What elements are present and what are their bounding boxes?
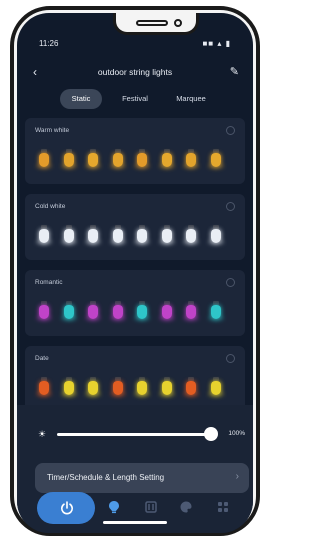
- grid-icon[interactable]: [216, 500, 230, 514]
- bulb-icon: [183, 301, 199, 323]
- bulb-icon: [183, 377, 199, 399]
- bulb-row: [36, 225, 235, 247]
- scene-radio-button[interactable]: [226, 202, 235, 211]
- mode-tabs: Static Festival Marquee: [17, 89, 253, 111]
- camera-icon: [174, 19, 182, 27]
- chevron-right-icon: ›: [235, 471, 239, 482]
- page-title: outdoor string lights: [97, 67, 173, 77]
- bulb-icon: [109, 377, 126, 399]
- scene-label: Cold white: [35, 203, 66, 210]
- scene-card-cold-white[interactable]: Cold white: [25, 194, 245, 260]
- nav-bar: ‹ outdoor string lights ✎: [17, 65, 253, 87]
- scene-label: Warm white: [35, 127, 70, 134]
- bulb-icon: [134, 225, 150, 247]
- bulb-icon: [183, 225, 199, 247]
- bulb-icon: [36, 377, 52, 399]
- bulb-icon: [60, 225, 77, 247]
- brightness-slider[interactable]: [57, 433, 211, 436]
- power-icon: [61, 501, 73, 515]
- status-bar: 11:26 ■■ ▴ ▮: [17, 39, 253, 53]
- bulb-icon[interactable]: [107, 500, 121, 514]
- bulb-icon: [85, 225, 101, 247]
- power-button[interactable]: [37, 492, 95, 524]
- scene-radio-button[interactable]: [226, 278, 235, 287]
- bulb-icon: [158, 225, 175, 247]
- timer-schedule-label: Timer/Schedule & Length Setting: [47, 473, 165, 482]
- brightness-icon: ☀: [37, 429, 47, 439]
- bulb-icon: [134, 377, 150, 399]
- bulb-icon: [109, 301, 126, 323]
- bulb-icon: [36, 149, 52, 171]
- bulb-icon: [109, 225, 126, 247]
- bulb-icon: [207, 301, 224, 323]
- bulb-icon: [36, 301, 52, 323]
- tab-marquee[interactable]: Marquee: [168, 89, 214, 109]
- bulb-icon: [60, 377, 77, 399]
- app-screen: 11:26 ■■ ▴ ▮ ‹ outdoor string lights ✎ S…: [17, 13, 253, 533]
- scene-radio-button[interactable]: [226, 354, 235, 363]
- tab-festival[interactable]: Festival: [114, 89, 156, 109]
- bulb-icon: [134, 149, 150, 171]
- scene-card-romantic[interactable]: Romantic: [25, 270, 245, 336]
- bulb-icon: [85, 377, 101, 399]
- bulb-icon: [109, 149, 126, 171]
- tab-static[interactable]: Static: [60, 89, 102, 109]
- scene-card-date[interactable]: Date: [25, 346, 245, 412]
- bulb-row: [36, 149, 235, 171]
- notch: [113, 13, 199, 35]
- bulb-icon: [158, 149, 175, 171]
- music-icon[interactable]: [144, 500, 158, 514]
- brightness-value: 100%: [228, 430, 245, 437]
- speaker-icon: [136, 20, 168, 26]
- status-time: 11:26: [39, 39, 59, 48]
- bulb-icon: [36, 225, 52, 247]
- palette-icon[interactable]: [179, 500, 193, 514]
- bulb-icon: [60, 301, 77, 323]
- edit-icon[interactable]: ✎: [230, 65, 239, 78]
- scene-label: Romantic: [35, 279, 63, 286]
- bulb-row: [36, 377, 235, 399]
- brightness-slider-thumb[interactable]: [204, 427, 218, 441]
- bulb-icon: [60, 149, 77, 171]
- bulb-icon: [158, 377, 175, 399]
- bulb-icon: [158, 301, 175, 323]
- scene-card-warm-white[interactable]: Warm white: [25, 118, 245, 184]
- bulb-icon: [207, 149, 224, 171]
- status-icons: ■■ ▴ ▮: [202, 39, 231, 48]
- bulb-icon: [85, 301, 101, 323]
- timer-schedule-button[interactable]: Timer/Schedule & Length Setting ›: [35, 463, 249, 493]
- bulb-row: [36, 301, 235, 323]
- home-indicator: [103, 521, 167, 524]
- bulb-icon: [183, 149, 199, 171]
- scene-radio-button[interactable]: [226, 126, 235, 135]
- bottom-dock: [17, 490, 253, 530]
- bulb-icon: [207, 225, 224, 247]
- bulb-icon: [207, 377, 224, 399]
- bulb-icon: [134, 301, 150, 323]
- bulb-icon: [85, 149, 101, 171]
- scene-label: Date: [35, 355, 49, 362]
